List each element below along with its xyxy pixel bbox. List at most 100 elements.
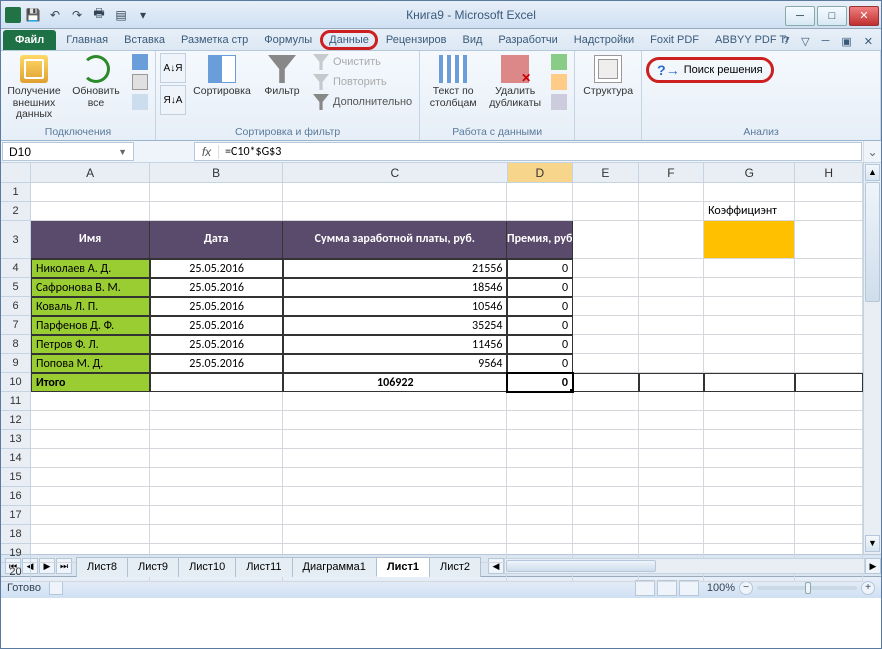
reapply-filter-button[interactable]: Повторить [310,73,415,91]
qat-undo-icon[interactable]: ↶ [45,5,65,25]
cell[interactable]: Петров Ф. Л. [31,335,150,354]
cell[interactable] [150,468,283,487]
cell[interactable] [31,449,150,468]
cell[interactable] [639,506,705,525]
cell[interactable] [795,506,863,525]
sheet-tab-Лист2[interactable]: Лист2 [429,557,481,577]
cell[interactable]: Сафронова В. М. [31,278,150,297]
row-header-18[interactable]: 18 [1,525,31,544]
cell[interactable] [795,373,863,392]
expand-formula-bar-icon[interactable]: ⌄ [863,141,881,162]
zoom-slider[interactable] [757,586,857,590]
row-header-2[interactable]: 2 [1,202,31,221]
cell[interactable] [150,411,283,430]
cell[interactable] [639,487,705,506]
cell[interactable] [573,430,639,449]
cell[interactable] [704,468,795,487]
edit-links-button[interactable] [129,93,151,111]
cell[interactable] [573,183,639,202]
cell[interactable] [795,449,863,468]
cell[interactable]: 21556 [283,259,507,278]
cell[interactable]: 0 [507,335,573,354]
cell[interactable]: 25.05.2016 [150,316,283,335]
cell[interactable] [795,259,863,278]
cell[interactable] [573,525,639,544]
cell[interactable] [573,278,639,297]
cell[interactable] [795,354,863,373]
workbook-close-icon[interactable]: ✕ [860,33,877,50]
row-header-5[interactable]: 5 [1,278,31,297]
cell[interactable]: Коваль Л. П. [31,297,150,316]
cell[interactable] [507,411,573,430]
sheet-tab-Лист11[interactable]: Лист11 [235,557,292,577]
vscroll-thumb[interactable] [865,182,880,302]
minimize-button[interactable]: ─ [785,6,815,26]
cell[interactable] [150,430,283,449]
connections-button[interactable] [129,53,151,71]
cell[interactable]: 0 [507,297,573,316]
cell[interactable] [31,468,150,487]
cell[interactable] [704,525,795,544]
cell[interactable] [704,278,795,297]
cell[interactable] [573,373,639,392]
row-header-16[interactable]: 16 [1,487,31,506]
properties-button[interactable] [129,73,151,91]
cell[interactable] [150,506,283,525]
cell[interactable]: 0 [507,354,573,373]
row-header-17[interactable]: 17 [1,506,31,525]
cell[interactable] [639,221,705,259]
sheet-tab-Лист1[interactable]: Лист1 [376,557,430,577]
cell[interactable]: 25.05.2016 [150,278,283,297]
sort-za-button[interactable]: Я↓А [160,85,186,115]
cell[interactable] [704,449,795,468]
cell[interactable] [639,449,705,468]
cell[interactable] [31,506,150,525]
cell[interactable] [31,202,150,221]
cell[interactable]: Итого [31,373,150,392]
tab-file[interactable]: Файл [3,30,56,50]
row-header-6[interactable]: 6 [1,297,31,316]
row-header-15[interactable]: 15 [1,468,31,487]
cell[interactable] [31,525,150,544]
cell[interactable] [639,373,705,392]
cell[interactable] [573,411,639,430]
row-header-12[interactable]: 12 [1,411,31,430]
cell[interactable] [639,297,705,316]
zoom-knob[interactable] [805,582,811,594]
tab-данные[interactable]: Данные [320,30,378,50]
cell[interactable] [795,392,863,411]
cell[interactable] [507,449,573,468]
hscroll-thumb[interactable] [506,560,656,572]
tab-foxit pdf[interactable]: Foxit PDF [642,30,707,50]
scroll-up-icon[interactable]: ▲ [865,164,880,181]
select-all-corner[interactable] [1,163,31,183]
cell[interactable] [283,183,507,202]
cell[interactable] [795,487,863,506]
sort-button[interactable]: Сортировка [190,53,254,100]
cell[interactable] [283,411,507,430]
col-header-D[interactable]: D [508,163,574,183]
solver-button[interactable]: ?→ Поиск решения [646,57,773,83]
cell[interactable] [639,259,705,278]
cell[interactable] [795,221,863,259]
help-icon[interactable]: ? [779,33,793,50]
cell[interactable] [573,259,639,278]
cell[interactable] [704,221,795,259]
cell[interactable] [283,506,507,525]
row-header-10[interactable]: 10 [1,373,31,392]
tab-разметка стр[interactable]: Разметка стр [173,30,256,50]
row-header-8[interactable]: 8 [1,335,31,354]
tab-вид[interactable]: Вид [455,30,491,50]
cell[interactable]: 9564 [283,354,507,373]
cell[interactable] [639,354,705,373]
qat-print-icon[interactable]: 🖶 [89,5,109,25]
cell[interactable] [704,392,795,411]
cell[interactable] [639,183,705,202]
tab-формулы[interactable]: Формулы [256,30,320,50]
cell[interactable] [31,430,150,449]
cell[interactable] [639,202,705,221]
col-header-G[interactable]: G [704,163,795,183]
tab-рецензиров[interactable]: Рецензиров [378,30,455,50]
cell[interactable] [573,335,639,354]
whatif-button[interactable] [548,93,570,111]
